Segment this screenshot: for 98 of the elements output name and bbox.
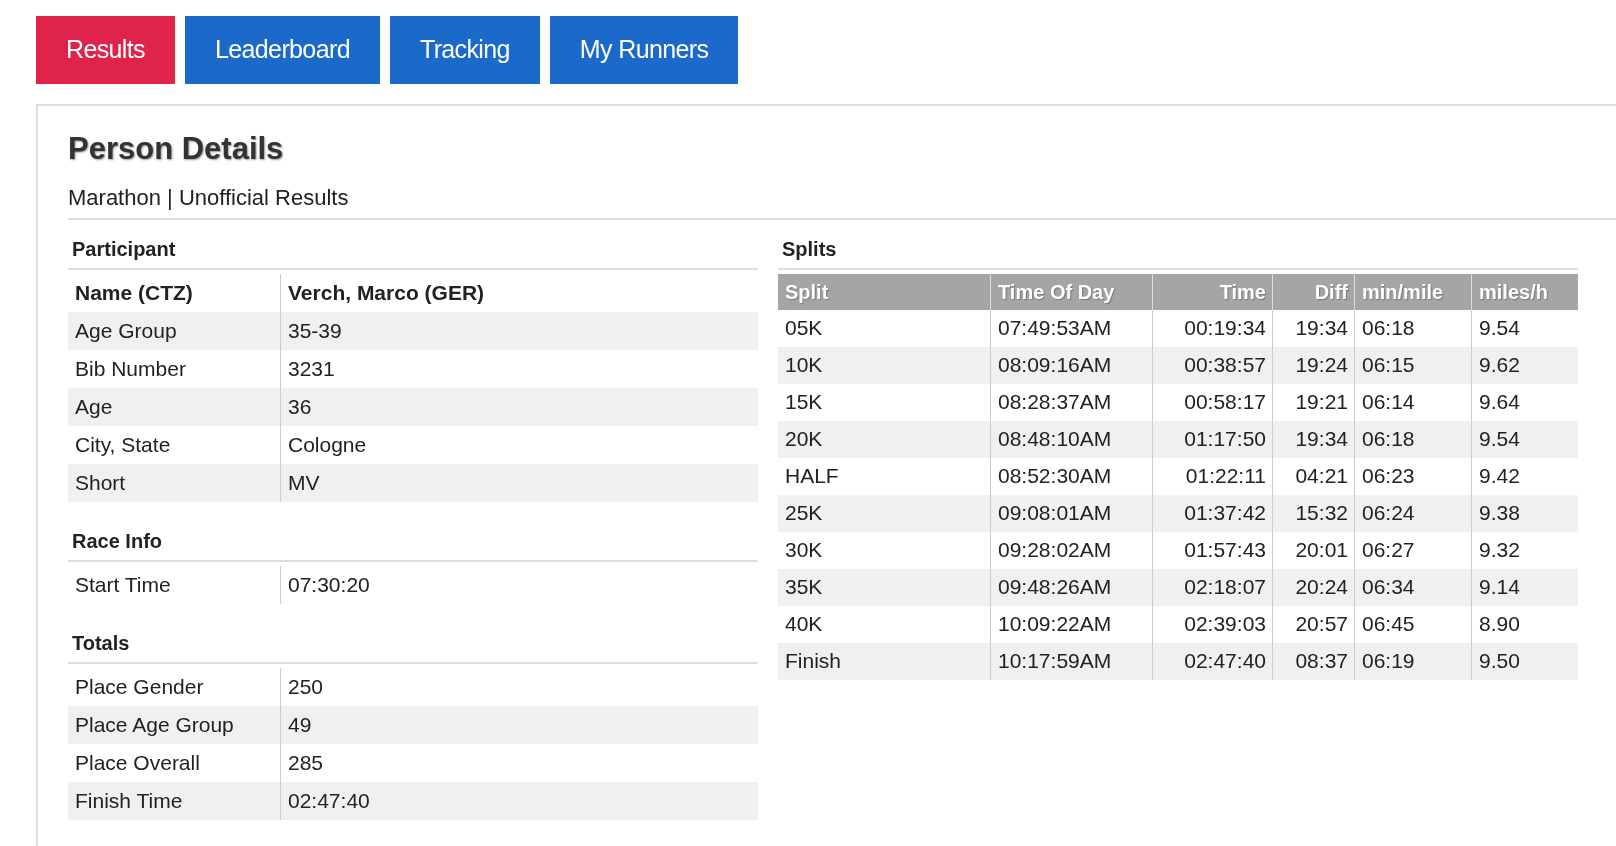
table-cell: 06:14 (1355, 383, 1472, 421)
table-cell: 01:37:42 (1153, 494, 1273, 532)
table-cell: 08:28:37AM (991, 383, 1153, 421)
table-cell: 09:08:01AM (991, 494, 1153, 532)
section-heading: Splits (782, 237, 837, 260)
field-label: Start Time (68, 565, 281, 604)
table-cell-text: 9.42 (1478, 463, 1521, 490)
column-header: miles/h (1478, 279, 1549, 305)
table-cell: 20:01 (1273, 531, 1355, 569)
table-cell: 00:19:34 (1153, 309, 1273, 347)
table-cell: Finish (778, 642, 991, 680)
table-cell: 07:49:53AM (991, 309, 1153, 347)
table-cell: 01:57:43 (1153, 531, 1273, 569)
page-title: Person Details (68, 130, 284, 168)
table-cell-text: 9.38 (1478, 500, 1521, 527)
table-cell-text: 9.32 (1478, 537, 1521, 564)
field-value: 285 (287, 749, 324, 776)
table-cell: 02:18:07 (1153, 568, 1273, 606)
field-label: City, State (68, 425, 281, 464)
table-cell: 20K (778, 420, 991, 458)
nav-tab[interactable]: My Runners (549, 16, 739, 84)
table-cell: 08:48:10AM (991, 420, 1153, 458)
section-heading: Participant (72, 237, 176, 260)
table-cell: 06:19 (1355, 642, 1472, 680)
table-cell: 01:17:50 (1153, 420, 1273, 458)
field-label: Place Overall (68, 743, 281, 782)
table-cell: 09:48:26AM (991, 568, 1153, 606)
table-cell-text: 9.54 (1478, 315, 1521, 342)
table-cell: 09:28:02AM (991, 531, 1153, 569)
table-cell: 20:24 (1273, 568, 1355, 606)
nav-tab[interactable]: Leaderboard (185, 16, 380, 84)
table-cell: 05K (778, 309, 991, 347)
page-subtitle: Marathon | Unofficial Results (68, 184, 349, 210)
table-cell: 35K (778, 568, 991, 606)
field-value: Verch, Marco (GER) (287, 279, 485, 306)
field-label: Place Age Group (68, 705, 281, 744)
column-header: min/mile (1355, 273, 1472, 310)
table-cell: 40K (778, 605, 991, 643)
table-cell: 02:47:40 (1153, 642, 1273, 680)
table-cell: 30K (778, 531, 991, 569)
field-label: Name (CTZ) (68, 273, 281, 312)
table-cell: 06:15 (1355, 346, 1472, 384)
table-cell: 06:24 (1355, 494, 1472, 532)
field-value: 02:47:40 (287, 787, 370, 814)
column-header: Time (1153, 273, 1273, 310)
table-cell: 08:52:30AM (991, 457, 1153, 495)
table-cell: 25K (778, 494, 991, 532)
table-cell-text: 9.54 (1478, 426, 1521, 453)
table-cell: 19:34 (1273, 309, 1355, 347)
table-cell: HALF (778, 457, 991, 495)
field-value: 3231 (287, 355, 335, 382)
field-label: Short (68, 463, 281, 502)
table-cell-text: 9.62 (1478, 352, 1521, 379)
table-cell: 10K (778, 346, 991, 384)
table-cell: 00:38:57 (1153, 346, 1273, 384)
table-cell-text: 9.14 (1478, 574, 1521, 601)
table-cell-text: 9.64 (1478, 389, 1521, 416)
table-cell: 04:21 (1273, 457, 1355, 495)
field-value: MV (287, 469, 320, 496)
field-value: 35-39 (287, 317, 342, 344)
column-header: Time Of Day (991, 273, 1153, 310)
field-label: Finish Time (68, 781, 281, 820)
table-cell: 06:27 (1355, 531, 1472, 569)
field-value: Cologne (287, 431, 367, 458)
table-cell: 06:23 (1355, 457, 1472, 495)
table-cell: 19:34 (1273, 420, 1355, 458)
table-cell-text: 9.50 (1478, 648, 1521, 675)
table-cell: 01:22:11 (1153, 457, 1273, 495)
field-value: 07:30:20 (287, 571, 370, 598)
table-cell: 19:21 (1273, 383, 1355, 421)
table-cell-text: 8.90 (1478, 611, 1521, 638)
table-cell: 06:18 (1355, 420, 1472, 458)
field-value: 250 (287, 673, 324, 700)
nav-tab[interactable]: Tracking (389, 16, 540, 84)
field-label: Bib Number (68, 349, 281, 388)
table-cell: 08:37 (1273, 642, 1355, 680)
table-cell: 08:09:16AM (991, 346, 1153, 384)
field-value: 36 (287, 393, 312, 420)
table-cell: 15:32 (1273, 494, 1355, 532)
table-cell: 06:45 (1355, 605, 1472, 643)
table-cell: 10:17:59AM (991, 642, 1153, 680)
table-cell: 00:58:17 (1153, 383, 1273, 421)
section-heading: Totals (72, 631, 130, 654)
table-cell: 19:24 (1273, 346, 1355, 384)
field-label: Place Gender (68, 667, 281, 706)
table-cell: 06:34 (1355, 568, 1472, 606)
table-cell: 10:09:22AM (991, 605, 1153, 643)
field-label: Age Group (68, 311, 281, 350)
table-cell: 02:39:03 (1153, 605, 1273, 643)
table-cell: 15K (778, 383, 991, 421)
table-cell: 06:18 (1355, 309, 1472, 347)
table-cell: 20:57 (1273, 605, 1355, 643)
column-header: Split (778, 273, 991, 310)
section-heading: Race Info (72, 529, 163, 552)
field-label: Age (68, 387, 281, 426)
nav-tab[interactable]: Results (36, 16, 175, 84)
column-header: Diff (1273, 273, 1355, 310)
field-value: 49 (287, 711, 312, 738)
